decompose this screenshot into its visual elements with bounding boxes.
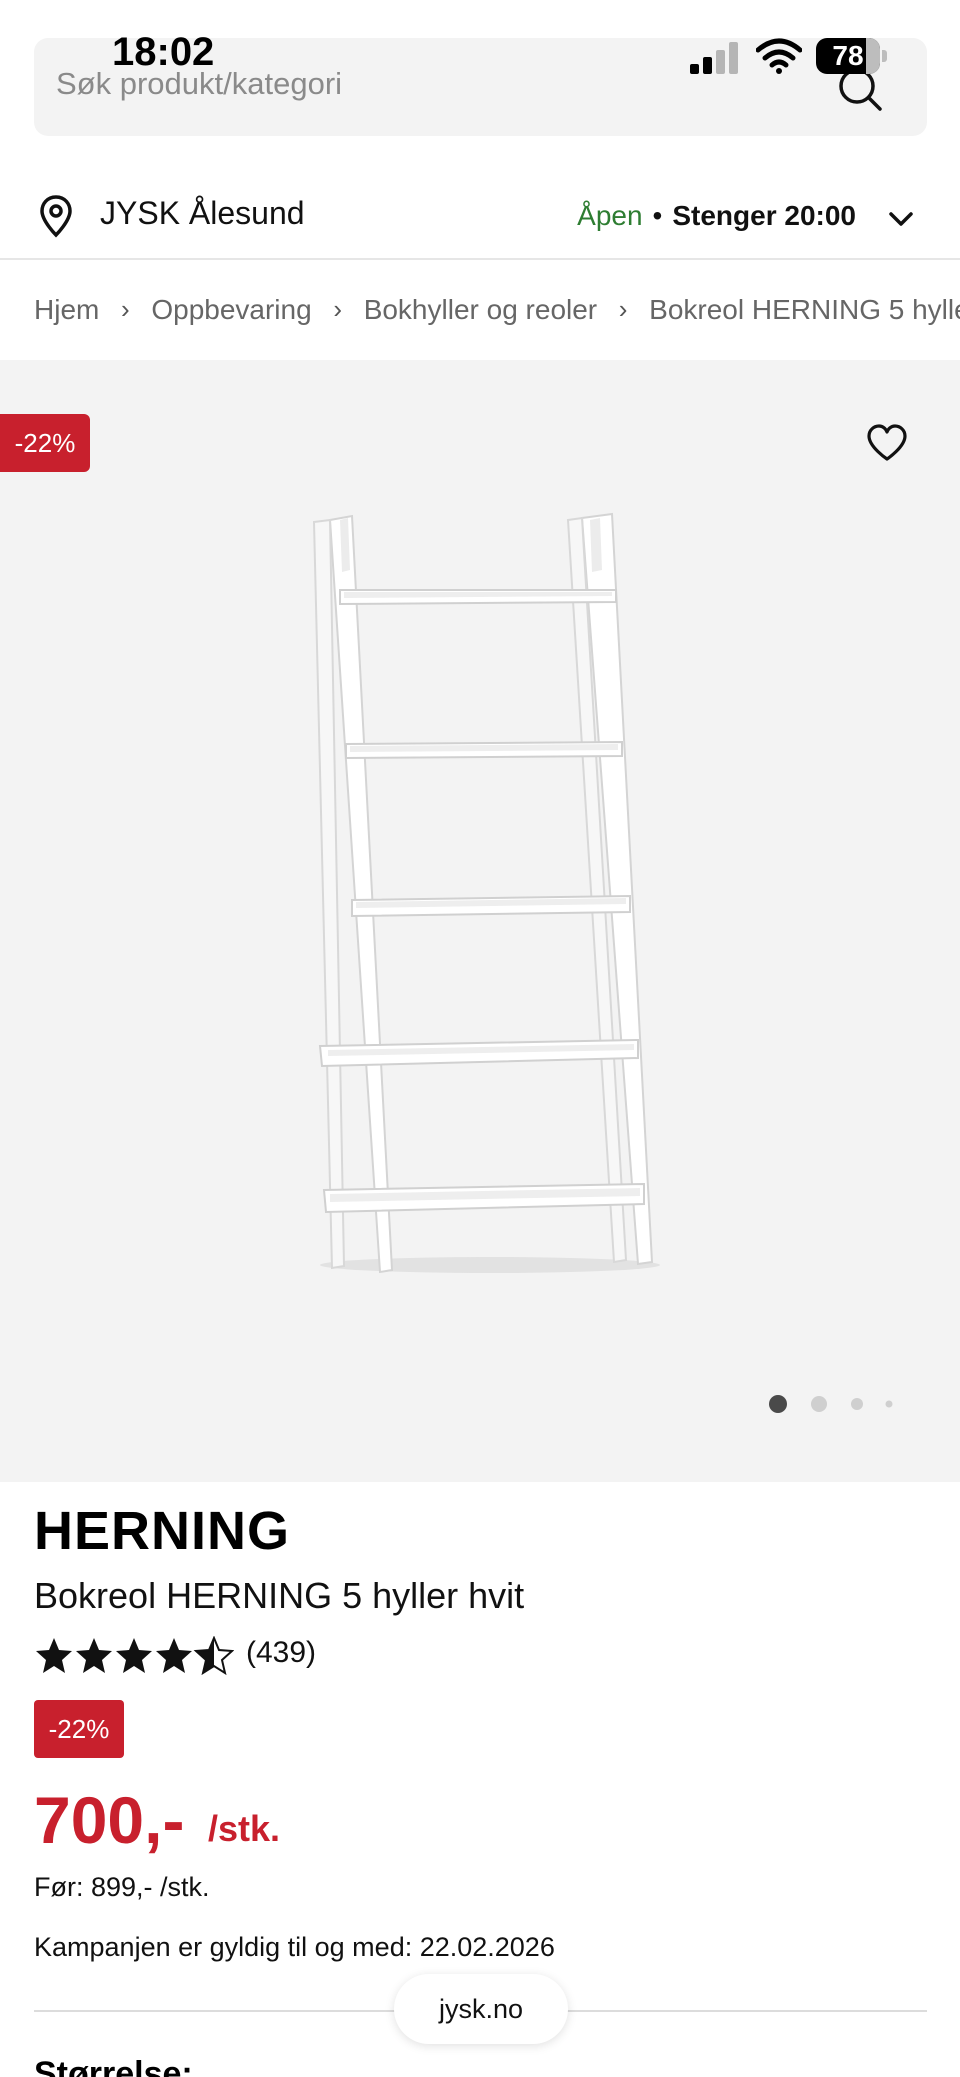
gallery-dot [811,1396,827,1412]
gallery-dot [851,1398,863,1410]
breadcrumb-home[interactable]: Hjem [34,294,99,326]
favorite-heart-icon[interactable] [866,424,908,462]
discount-badge: -22% [0,414,90,472]
closing-time: Stenger 20:00 [672,200,856,231]
price-discount-badge: -22% [34,1700,124,1758]
open-status: Åpen [577,200,643,231]
campaign-validity: Kampanjen er gyldig til og med: 22.02.20… [34,1932,555,1962]
chevron-down-icon[interactable] [886,204,916,234]
breadcrumb-bookshelves[interactable]: Bokhyller og reoler [364,294,597,326]
store-name: JYSK Ålesund [100,195,305,231]
status-time: 18:02 [112,30,215,74]
store-selector[interactable]: JYSK Ålesund Åpen • Stenger 20:00 [0,180,960,260]
product-name: Bokreol HERNING 5 hyller hvit [34,1575,525,1616]
product-image-bookshelf [312,512,660,1274]
breadcrumb-storage[interactable]: Oppbevaring [151,294,311,326]
size-label: Størrelse: [34,2055,193,2077]
price-unit: /stk. [208,1808,281,1849]
product-price: 700,- [34,1783,185,1857]
cellular-signal-icon [690,42,738,74]
product-brand: HERNING [34,1501,291,1561]
breadcrumb-separator: › [333,294,343,325]
breadcrumb-current-product: Bokreol HERNING 5 hyller hvit [649,293,960,325]
breadcrumb: Hjem › Oppbevaring › Bokhyller og reoler › Bok… [34,292,960,332]
gallery-pagination-dots[interactable] [768,1392,908,1416]
location-pin-icon [40,195,72,238]
review-count: (439) [246,1636,317,1669]
battery-icon: 78 [816,38,888,74]
breadcrumb-separator: › [618,294,628,325]
gallery-dot-active [769,1395,787,1413]
product-image-gallery[interactable]: -22% [0,360,960,1482]
rating-stars-icon [36,1637,233,1674]
gallery-dot [885,1400,893,1408]
wifi-icon [756,38,802,74]
breadcrumb-separator: › [121,294,130,325]
battery-level: 78 [832,40,864,71]
before-price: Før: 899,- /stk. [34,1872,210,1902]
status-separator: • [652,200,663,231]
store-opening-status: Åpen • Stenger 20:00 [577,200,856,232]
browser-url-pill[interactable]: jysk.no [394,1974,568,2044]
